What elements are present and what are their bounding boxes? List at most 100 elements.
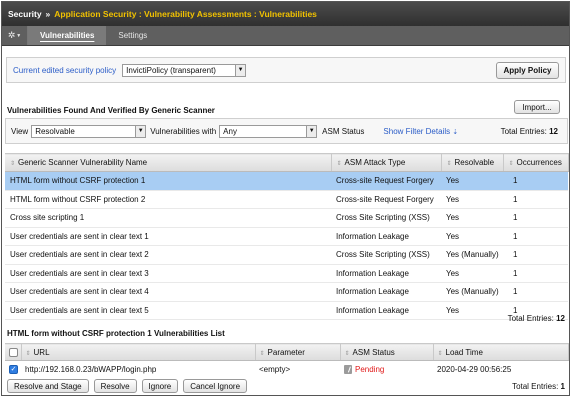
resolvable-cell: Yes <box>441 301 503 320</box>
asm-status-label: ASM Status <box>322 126 365 136</box>
total-entries-value: 1 <box>560 382 565 391</box>
total-entries-top: Total Entries: 12 <box>501 127 558 136</box>
app-window: Security » Application Security : Vulner… <box>1 1 570 396</box>
table-header-row: ⇕ Generic Scanner Vulnerability Name ⇕ ASM… <box>5 153 569 172</box>
attack-type-cell: Information Leakage <box>331 264 441 283</box>
resolvable-cell: Yes <box>441 208 503 228</box>
vulnerability-list-table: ⇕ URL ⇕ Parameter ⇕ ASM Status ⇕ Load Time ✓… <box>5 343 569 378</box>
vulnerability-list-title: HTML form without CSRF protection 1 Vuln… <box>7 329 225 338</box>
table-row[interactable]: ✓ http://192.168.0.23/bWAPP/login.php <e… <box>5 361 568 378</box>
attack-type-cell: Information Leakage <box>331 227 441 246</box>
table-row[interactable]: User credentials are sent in clear text … <box>5 301 568 320</box>
vuln-name-cell: Cross site scripting 1 <box>5 208 331 228</box>
parameter-cell: <empty> <box>259 364 291 374</box>
breadcrumb-root[interactable]: Security <box>8 9 42 19</box>
column-header-attack-type[interactable]: ⇕ ASM Attack Type <box>331 153 442 172</box>
vuln-name-cell: User credentials are sent in clear text … <box>5 264 331 283</box>
total-entries-value: 12 <box>556 314 565 323</box>
column-header-label: Load Time <box>445 347 483 357</box>
view-select-value: Resolvable <box>35 126 75 136</box>
column-header-resolvable[interactable]: ⇕ Resolvable <box>441 153 504 172</box>
column-header-name[interactable]: ⇕ Generic Scanner Vulnerability Name <box>5 153 332 172</box>
resolve-and-stage-button[interactable]: Resolve and Stage <box>7 379 89 393</box>
occurrences-cell: 1 <box>503 208 568 228</box>
filter-bar: View Resolvable ▼ Vulnerabilities with A… <box>5 118 568 144</box>
table-row[interactable]: User credentials are sent in clear text … <box>5 282 568 302</box>
table-row[interactable]: User credentials are sent in clear text … <box>5 264 568 283</box>
occurrences-cell: 1 <box>503 171 568 191</box>
vuln-with-select-value: Any <box>223 126 237 136</box>
sort-icon: ⇕ <box>446 161 452 167</box>
occurrences-cell: 1 <box>503 190 568 209</box>
resolvable-cell: Yes <box>441 264 503 283</box>
table-row[interactable]: User credentials are sent in clear text … <box>5 227 568 246</box>
select-all-header[interactable] <box>5 343 22 361</box>
breadcrumb-separator: » <box>45 9 51 19</box>
sort-icon: ⇕ <box>508 161 514 167</box>
status-badge: Pending <box>355 364 385 374</box>
scanner-section-title: Vulnerabilities Found And Verified By Ge… <box>7 106 215 115</box>
policy-select-value: InvictiPolicy (transparent) <box>126 65 216 75</box>
occurrences-cell: 1 <box>503 227 568 246</box>
select-all-checkbox[interactable] <box>9 347 18 357</box>
policy-select[interactable]: InvictiPolicy (transparent) ▼ <box>122 63 247 77</box>
sort-icon: ⇕ <box>437 350 443 357</box>
dropdown-arrow-icon: ▼ <box>135 125 146 137</box>
resolvable-cell: Yes <box>441 190 503 209</box>
tab-settings[interactable]: Settings <box>106 26 159 45</box>
occurrences-cell: 1 <box>503 264 568 283</box>
column-header-label: Generic Scanner Vulnerability Name <box>18 158 148 167</box>
policy-label[interactable]: Current edited security policy <box>13 66 116 75</box>
vuln-name-cell: User credentials are sent in clear text … <box>5 282 331 302</box>
column-header-label: ASM Status <box>352 347 395 357</box>
ignore-button[interactable]: Ignore <box>141 379 179 393</box>
attack-type-cell: Information Leakage <box>331 301 441 320</box>
apply-policy-button[interactable]: Apply Policy <box>496 62 559 79</box>
total-entries-list: Total Entries: 1 <box>512 382 565 391</box>
url-cell: http://192.168.0.23/bWAPP/login.php <box>25 364 157 374</box>
table-row[interactable]: HTML form without CSRF protection 1 Cross… <box>5 171 568 191</box>
table-row[interactable]: HTML form without CSRF protection 2 Cross… <box>5 190 568 209</box>
cancel-ignore-button[interactable]: Cancel Ignore <box>183 379 248 393</box>
table-row[interactable]: Cross site scripting 1 Cross Site Scripti… <box>5 208 568 228</box>
pending-status-icon <box>344 364 352 374</box>
column-header-url[interactable]: ⇕ URL <box>21 343 256 361</box>
total-entries-table: Total Entries: 12 <box>508 314 565 323</box>
column-header-label: Occurrences <box>516 158 562 167</box>
vuln-name-cell: User credentials are sent in clear text … <box>5 301 331 320</box>
view-select[interactable]: Resolvable ▼ <box>31 124 147 138</box>
row-checkbox[interactable]: ✓ <box>9 364 18 374</box>
table-row[interactable]: User credentials are sent in clear text … <box>5 245 568 265</box>
vuln-with-select[interactable]: Any ▼ <box>219 124 318 138</box>
column-header-load-time[interactable]: ⇕ Load Time <box>433 343 569 361</box>
dropdown-arrow-icon: ▼ <box>306 125 317 137</box>
column-header-label: URL <box>33 347 50 357</box>
column-header-asm-status[interactable]: ⇕ ASM Status <box>340 343 434 361</box>
tab-bar: ✲ ▼ Vulnerabilities Settings <box>2 26 569 46</box>
sort-icon: ⇕ <box>10 161 16 167</box>
attack-type-cell: Cross Site Scripting (XSS) <box>331 245 441 265</box>
sort-icon: ⇕ <box>344 350 350 357</box>
column-header-label: ASM Attack Type <box>344 158 406 167</box>
resolve-button[interactable]: Resolve <box>93 379 137 393</box>
action-buttons: Resolve and Stage Resolve Ignore Cancel … <box>7 379 248 393</box>
show-filter-details-link[interactable]: Show Filter Details ⇣ <box>383 127 458 136</box>
chevron-down-icon: ⇣ <box>452 128 459 136</box>
load-time-cell: 2020-04-29 00:56:25 <box>437 364 512 374</box>
gear-menu-button[interactable]: ✲ ▼ <box>2 26 28 45</box>
table-header-row: ⇕ URL ⇕ Parameter ⇕ ASM Status ⇕ Load Time <box>5 343 569 361</box>
vuln-name-cell: HTML form without CSRF protection 2 <box>5 190 331 209</box>
view-label: View <box>11 126 29 136</box>
dropdown-arrow-icon: ▼ <box>235 64 246 76</box>
sort-icon: ⇕ <box>336 161 342 167</box>
status-cell: Pending <box>340 361 433 378</box>
attack-type-cell: Cross-site Request Forgery <box>331 190 441 209</box>
attack-type-cell: Cross Site Scripting (XSS) <box>331 208 441 228</box>
column-header-parameter[interactable]: ⇕ Parameter <box>255 343 341 361</box>
vuln-name-cell: User credentials are sent in clear text … <box>5 227 331 246</box>
breadcrumb-path[interactable]: Application Security : Vulnerability Ass… <box>54 9 317 19</box>
resolvable-cell: Yes <box>441 171 503 191</box>
tab-vulnerabilities[interactable]: Vulnerabilities <box>28 26 107 45</box>
column-header-occurrences[interactable]: ⇕ Occurrences <box>503 153 569 172</box>
import-button[interactable]: Import... <box>514 100 560 114</box>
